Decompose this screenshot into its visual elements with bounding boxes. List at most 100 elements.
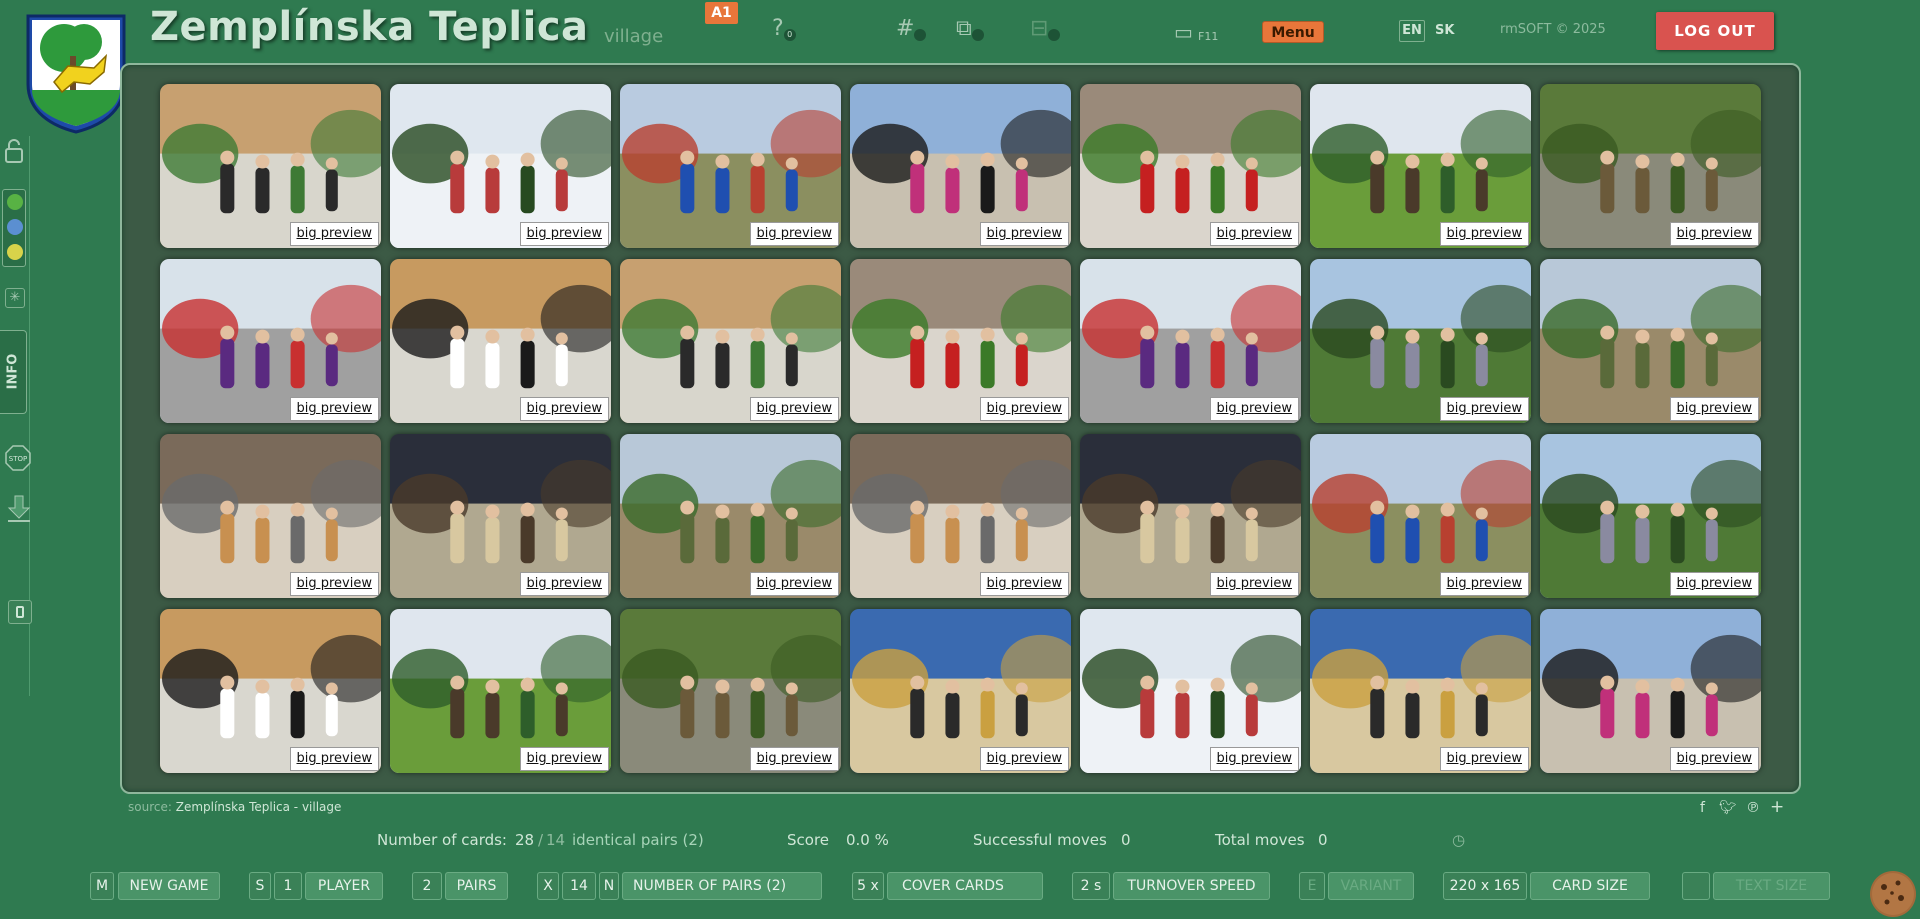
big-preview-link[interactable]: big preview (1669, 747, 1759, 771)
memory-card[interactable]: big preview (1540, 434, 1761, 598)
big-preview-link[interactable]: big preview (519, 397, 609, 421)
big-preview-link[interactable]: big preview (519, 572, 609, 596)
hash-icon[interactable]: #​ (896, 16, 927, 41)
village-crest-logo[interactable] (24, 12, 128, 134)
cookie-icon[interactable] (1870, 871, 1916, 917)
memory-card[interactable]: big preview (160, 434, 381, 598)
big-preview-link[interactable]: big preview (749, 222, 839, 246)
memory-card[interactable]: big preview (850, 434, 1071, 598)
new-game-shortcut[interactable]: M (90, 872, 114, 900)
pairs-button[interactable]: PAIRS (445, 872, 508, 900)
memory-card[interactable]: big preview (160, 609, 381, 773)
n-shortcut[interactable]: N (599, 872, 619, 900)
text-size-button[interactable]: TEXT SIZE (1713, 872, 1830, 900)
big-preview-link[interactable]: big preview (1439, 397, 1529, 421)
memory-card[interactable]: big preview (1540, 84, 1761, 248)
logout-button[interactable]: LOG OUT (1656, 12, 1774, 50)
player-shortcut[interactable]: S (249, 872, 271, 900)
memory-card[interactable]: big preview (1310, 609, 1531, 773)
big-preview-link[interactable]: big preview (749, 397, 839, 421)
variant-shortcut[interactable]: E (1299, 872, 1325, 900)
big-preview-link[interactable]: big preview (519, 222, 609, 246)
memory-card[interactable]: big preview (1310, 84, 1531, 248)
big-preview-link[interactable]: big preview (1439, 747, 1529, 771)
memory-card[interactable]: big preview (850, 259, 1071, 423)
memory-card[interactable]: big preview (1540, 259, 1761, 423)
lang-sk-button[interactable]: SK (1435, 20, 1454, 42)
share-plus-icon[interactable]: + (1770, 797, 1784, 817)
cover-value[interactable]: 5 x (852, 872, 884, 900)
big-preview-link[interactable]: big preview (289, 747, 379, 771)
memory-card[interactable]: big preview (160, 259, 381, 423)
player-count[interactable]: 1 (274, 872, 302, 900)
speed-value[interactable]: 2 s (1072, 872, 1110, 900)
memory-card[interactable]: big preview (1080, 609, 1301, 773)
cards-icon[interactable]: ⧉​ (956, 16, 984, 41)
memory-card[interactable]: big preview (390, 84, 611, 248)
facebook-icon[interactable]: f (1700, 800, 1705, 816)
twitter-icon[interactable]: 🐦︎ (1719, 800, 1737, 816)
big-preview-link[interactable]: big preview (1439, 222, 1529, 246)
memory-card[interactable]: big preview (390, 609, 611, 773)
memory-card[interactable]: big preview (390, 259, 611, 423)
big-preview-link[interactable]: big preview (979, 747, 1069, 771)
monitor-icon[interactable]: ▭ (1174, 20, 1193, 44)
big-preview-link[interactable]: big preview (979, 222, 1069, 246)
lang-en-button[interactable]: EN (1399, 20, 1425, 42)
memory-card[interactable]: big preview (620, 84, 841, 248)
level-badge[interactable]: A1 (705, 2, 738, 24)
player-button[interactable]: PLAYER (305, 872, 383, 900)
memory-card[interactable]: big preview (1080, 434, 1301, 598)
window-icon[interactable] (8, 600, 32, 624)
memory-card[interactable]: big preview (850, 84, 1071, 248)
memory-card[interactable]: big preview (1080, 259, 1301, 423)
memory-card[interactable]: big preview (850, 609, 1071, 773)
memory-card[interactable]: big preview (620, 434, 841, 598)
memory-card[interactable]: big preview (1310, 434, 1531, 598)
memory-card[interactable]: big preview (160, 84, 381, 248)
memory-card[interactable]: big preview (620, 259, 841, 423)
number-of-pairs-select[interactable]: NUMBER OF PAIRS (2) (622, 872, 822, 900)
memory-card[interactable]: big preview (1080, 84, 1301, 248)
memory-card[interactable]: big preview (1540, 609, 1761, 773)
color-green-swatch[interactable] (7, 194, 23, 210)
menu-button[interactable]: Menu (1262, 21, 1324, 43)
camera-icon[interactable]: ⊟​ (1030, 16, 1061, 41)
color-yellow-swatch[interactable] (7, 244, 23, 260)
big-preview-link[interactable]: big preview (1209, 747, 1299, 771)
big-preview-link[interactable]: big preview (979, 397, 1069, 421)
card-size-button[interactable]: CARD SIZE (1530, 872, 1650, 900)
big-preview-link[interactable]: big preview (289, 572, 379, 596)
stop-icon[interactable]: STOP (4, 444, 32, 476)
big-preview-link[interactable]: big preview (1669, 572, 1759, 596)
info-tab[interactable]: INFO (0, 330, 27, 414)
big-preview-link[interactable]: big preview (1209, 397, 1299, 421)
color-blue-swatch[interactable] (7, 219, 23, 235)
download-icon[interactable] (6, 494, 32, 528)
pairs-value[interactable]: 2 (412, 872, 442, 900)
help-icon[interactable]: ? 0 (772, 16, 796, 41)
pairs-count-value[interactable]: 14 (562, 872, 596, 900)
big-preview-link[interactable]: big preview (1209, 572, 1299, 596)
big-preview-link[interactable]: big preview (289, 222, 379, 246)
big-preview-link[interactable]: big preview (1209, 222, 1299, 246)
x-shortcut[interactable]: X (537, 872, 559, 900)
variant-button[interactable]: VARIANT (1328, 872, 1414, 900)
card-size-value[interactable]: 220 x 165 (1443, 872, 1527, 900)
text-size-value[interactable] (1682, 872, 1710, 900)
turnover-speed-button[interactable]: TURNOVER SPEED (1113, 872, 1270, 900)
big-preview-link[interactable]: big preview (1439, 572, 1529, 596)
lock-icon[interactable] (4, 138, 24, 169)
memory-card[interactable]: big preview (390, 434, 611, 598)
big-preview-link[interactable]: big preview (519, 747, 609, 771)
big-preview-link[interactable]: big preview (1669, 222, 1759, 246)
big-preview-link[interactable]: big preview (749, 747, 839, 771)
memory-card[interactable]: big preview (1310, 259, 1531, 423)
memory-card[interactable]: big preview (620, 609, 841, 773)
big-preview-link[interactable]: big preview (979, 572, 1069, 596)
big-preview-link[interactable]: big preview (289, 397, 379, 421)
big-preview-link[interactable]: big preview (1669, 397, 1759, 421)
pinterest-icon[interactable]: ℗ (1746, 800, 1760, 816)
cover-cards-button[interactable]: COVER CARDS (887, 872, 1043, 900)
new-game-button[interactable]: NEW GAME (118, 872, 220, 900)
